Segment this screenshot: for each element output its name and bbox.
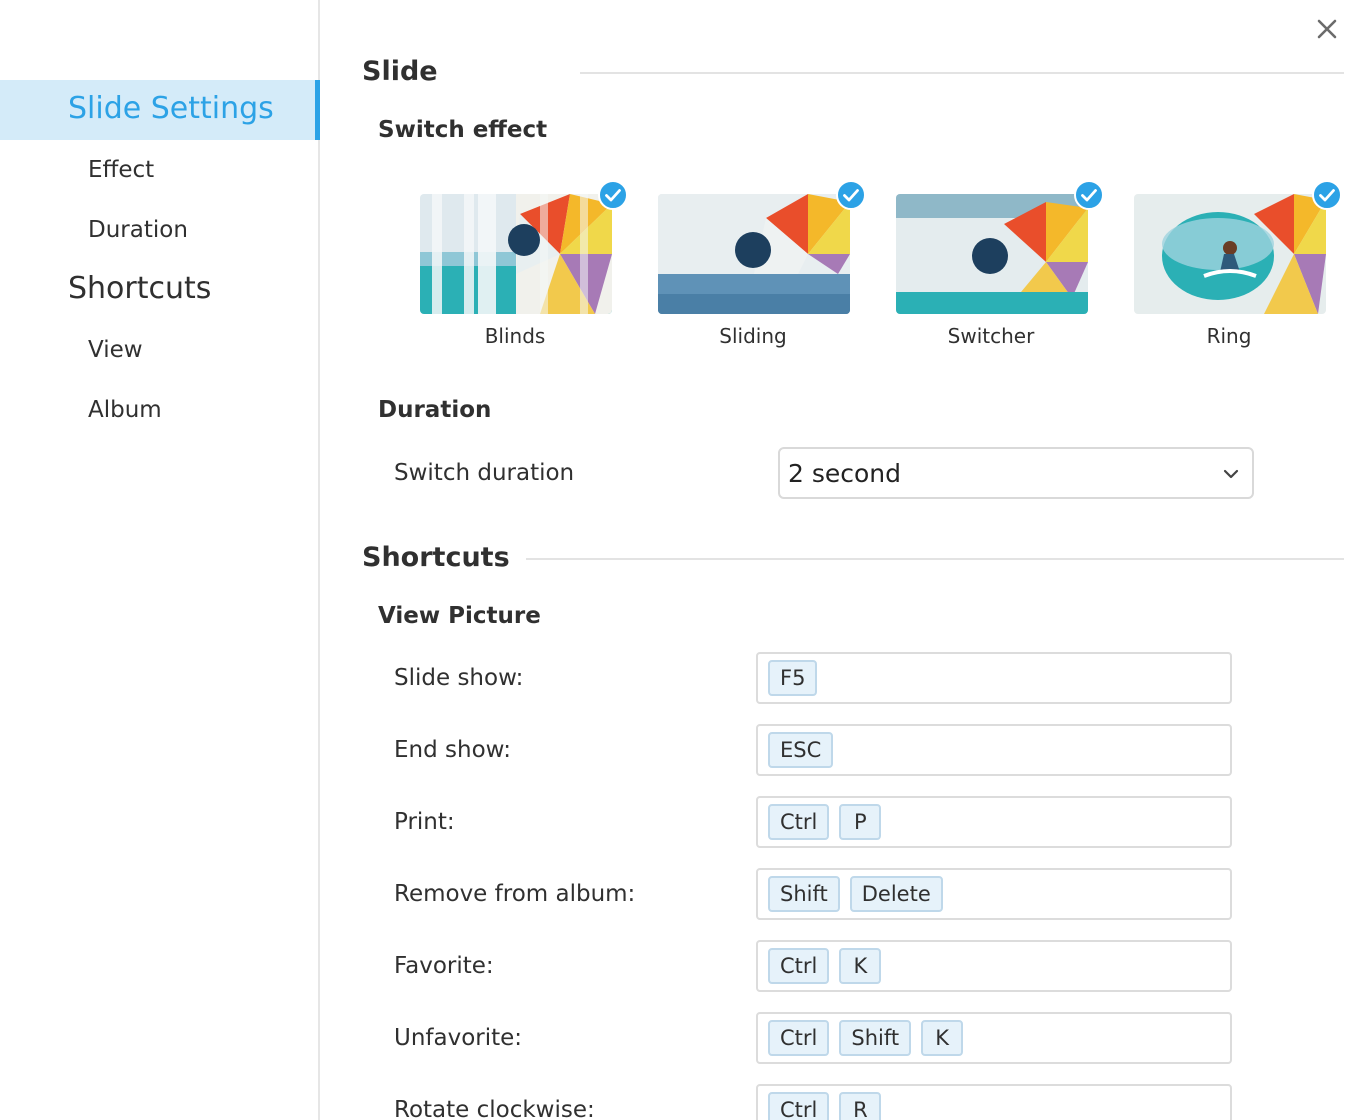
key-chip: P xyxy=(839,804,882,840)
key-chip: K xyxy=(921,1020,964,1056)
key-chip: Ctrl xyxy=(768,804,830,840)
shortcut-field-unfavorite[interactable]: Ctrl Shift K xyxy=(756,1012,1232,1064)
blinds-thumbnail xyxy=(420,194,612,314)
effect-label-blinds: Blinds xyxy=(484,324,546,348)
shortcut-field-remove-from-album[interactable]: Shift Delete xyxy=(756,868,1232,920)
section-title-shortcuts: Shortcuts xyxy=(362,542,510,573)
nav-item-album[interactable]: Album xyxy=(0,380,320,440)
check-icon xyxy=(836,180,866,210)
effect-option-ring[interactable]: Ring xyxy=(1124,180,1342,360)
switch-duration-select[interactable]: 2 second xyxy=(778,447,1254,499)
sidebar: Slide Settings Effect Duration Shortcuts… xyxy=(0,0,320,1120)
shortcut-field-end-show[interactable]: ESC xyxy=(756,724,1232,776)
shortcut-label-slide-show: Slide show: xyxy=(394,665,524,691)
shortcut-label-remove-from-album: Remove from album: xyxy=(394,881,636,907)
key-chip: Shift xyxy=(768,876,840,912)
switch-effect-heading: Switch effect xyxy=(378,117,548,143)
nav-item-duration[interactable]: Duration xyxy=(0,200,320,260)
switch-duration-label: Switch duration xyxy=(394,460,575,486)
shortcut-label-favorite: Favorite: xyxy=(394,953,494,979)
nav-slide-settings[interactable]: Slide Settings xyxy=(0,80,320,140)
effect-option-switcher[interactable]: Switcher xyxy=(886,180,1104,360)
effect-option-blinds[interactable]: Blinds xyxy=(410,180,628,360)
section-slide: Slide xyxy=(362,52,1344,92)
shortcut-label-rotate-clockwise: Rotate clockwise: xyxy=(394,1097,595,1120)
effect-option-sliding[interactable]: Sliding xyxy=(648,180,866,360)
nav-group-shortcuts: Shortcuts View Album xyxy=(0,260,320,440)
shortcut-field-print[interactable]: Ctrl P xyxy=(756,796,1232,848)
effect-label-sliding: Sliding xyxy=(719,324,787,348)
check-icon xyxy=(1312,180,1342,210)
nav-item-view[interactable]: View xyxy=(0,320,320,380)
section-shortcuts: Shortcuts xyxy=(362,538,1344,578)
key-chip: ESC xyxy=(768,732,834,768)
shortcut-label-end-show: End show: xyxy=(394,737,511,763)
key-chip: F5 xyxy=(768,660,818,696)
shortcut-label-print: Print: xyxy=(394,809,455,835)
key-chip: Ctrl xyxy=(768,1092,830,1120)
nav-item-effect[interactable]: Effect xyxy=(0,140,320,200)
check-icon xyxy=(598,180,628,210)
shortcut-field-rotate-clockwise[interactable]: Ctrl R xyxy=(756,1084,1232,1120)
effect-label-ring: Ring xyxy=(1206,324,1252,348)
key-chip: K xyxy=(839,948,882,984)
key-chip: Ctrl xyxy=(768,948,830,984)
settings-panel: Slide Switch effect Blinds Sliding Switc… xyxy=(320,0,1360,1120)
chevron-down-icon xyxy=(1223,469,1239,479)
section-divider xyxy=(580,72,1344,74)
duration-heading: Duration xyxy=(378,397,492,423)
switch-duration-value: 2 second xyxy=(788,459,902,488)
key-chip: Ctrl xyxy=(768,1020,830,1056)
sliding-thumbnail xyxy=(658,194,850,314)
check-icon xyxy=(1074,180,1104,210)
effect-label-switcher: Switcher xyxy=(947,324,1035,348)
nav-group-slide-settings: Slide Settings Effect Duration xyxy=(0,80,320,260)
key-chip: Shift xyxy=(839,1020,912,1056)
shortcut-field-favorite[interactable]: Ctrl K xyxy=(756,940,1232,992)
section-divider xyxy=(526,558,1344,560)
switcher-thumbnail xyxy=(896,194,1088,314)
shortcut-label-unfavorite: Unfavorite: xyxy=(394,1025,523,1051)
key-chip: R xyxy=(839,1092,882,1120)
key-chip: Delete xyxy=(849,876,943,912)
view-picture-heading: View Picture xyxy=(378,603,541,629)
ring-thumbnail xyxy=(1134,194,1326,314)
section-title-slide: Slide xyxy=(362,56,438,87)
nav-shortcuts[interactable]: Shortcuts xyxy=(0,260,320,320)
shortcut-field-slide-show[interactable]: F5 xyxy=(756,652,1232,704)
